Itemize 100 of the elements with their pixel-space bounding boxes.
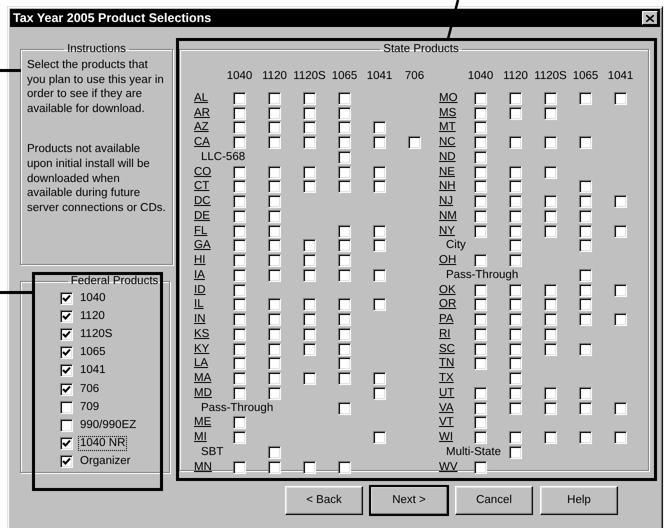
checkbox[interactable] (268, 446, 281, 459)
checkbox[interactable] (509, 136, 522, 150)
checkbox[interactable] (408, 136, 421, 150)
state-label[interactable]: MT (439, 121, 456, 134)
state-label[interactable]: TX (439, 372, 454, 386)
checkbox[interactable] (338, 224, 351, 238)
checkbox[interactable] (509, 402, 522, 415)
checkbox[interactable] (373, 431, 386, 444)
state-label[interactable]: NJ (439, 195, 454, 208)
checkbox[interactable] (509, 180, 522, 194)
checkbox[interactable] (338, 268, 351, 282)
checkbox[interactable] (60, 364, 73, 378)
state-label[interactable]: VA (439, 402, 454, 415)
checkbox[interactable] (303, 372, 316, 386)
checkbox[interactable] (509, 446, 522, 459)
checkbox[interactable] (579, 224, 592, 238)
checkbox[interactable] (474, 121, 487, 134)
state-label[interactable]: NY (439, 224, 455, 238)
checkbox[interactable] (303, 460, 316, 474)
state-label[interactable]: NM (439, 210, 457, 223)
checkbox[interactable] (509, 342, 522, 356)
checkbox[interactable] (303, 342, 316, 356)
checkbox[interactable] (60, 310, 73, 323)
state-label[interactable]: CT (194, 180, 210, 194)
state-label[interactable]: LA (194, 357, 208, 370)
state-label[interactable]: ID (194, 284, 206, 297)
dialog-button[interactable]: < Back (285, 486, 363, 515)
checkbox[interactable] (474, 195, 487, 208)
checkbox[interactable] (338, 166, 351, 179)
checkbox[interactable] (303, 328, 316, 341)
checkbox[interactable] (338, 180, 351, 194)
checkbox[interactable] (303, 92, 316, 105)
state-label[interactable]: AL (194, 92, 208, 105)
checkbox[interactable] (579, 386, 592, 400)
checkbox[interactable] (233, 210, 246, 223)
state-label[interactable]: TN (439, 357, 454, 370)
checkbox[interactable] (474, 386, 487, 400)
checkbox[interactable] (614, 402, 627, 415)
checkbox[interactable] (474, 254, 487, 268)
checkbox[interactable] (268, 224, 281, 238)
checkbox[interactable] (544, 386, 557, 400)
checkbox[interactable] (268, 313, 281, 326)
checkbox[interactable] (544, 431, 557, 444)
checkbox[interactable] (509, 210, 522, 223)
checkbox[interactable] (509, 224, 522, 238)
checkbox[interactable] (303, 121, 316, 134)
checkbox[interactable] (338, 372, 351, 386)
checkbox[interactable] (338, 298, 351, 312)
checkbox[interactable] (338, 402, 351, 415)
checkbox[interactable] (268, 372, 281, 386)
checkbox[interactable] (579, 92, 592, 105)
checkbox[interactable] (268, 166, 281, 179)
state-label[interactable]: NH (439, 180, 456, 194)
checkbox[interactable] (233, 298, 246, 312)
checkbox[interactable] (233, 431, 246, 444)
checkbox[interactable] (233, 386, 246, 400)
checkbox[interactable] (268, 328, 281, 341)
checkbox[interactable] (233, 284, 246, 297)
checkbox[interactable] (509, 92, 522, 105)
checkbox[interactable] (474, 328, 487, 341)
checkbox[interactable] (544, 136, 557, 150)
checkbox[interactable] (233, 239, 246, 252)
checkbox[interactable] (474, 460, 487, 474)
checkbox[interactable] (303, 166, 316, 179)
state-label[interactable]: DE (194, 210, 210, 223)
checkbox[interactable] (338, 121, 351, 134)
checkbox[interactable] (474, 150, 487, 164)
checkbox[interactable] (509, 298, 522, 312)
checkbox[interactable] (614, 284, 627, 297)
checkbox[interactable] (474, 92, 487, 105)
checkbox[interactable] (268, 121, 281, 134)
checkbox[interactable] (303, 268, 316, 282)
checkbox[interactable] (303, 106, 316, 120)
checkbox[interactable] (338, 239, 351, 252)
state-label[interactable]: PA (439, 313, 454, 326)
checkbox[interactable] (268, 357, 281, 370)
state-label[interactable]: SC (439, 342, 455, 356)
checkbox[interactable] (474, 136, 487, 150)
checkbox[interactable] (509, 328, 522, 341)
checkbox[interactable] (268, 210, 281, 223)
checkbox[interactable] (579, 268, 592, 282)
checkbox[interactable] (338, 136, 351, 150)
checkbox[interactable] (509, 431, 522, 444)
checkbox[interactable] (509, 239, 522, 252)
checkbox[interactable] (303, 254, 316, 268)
checkbox[interactable] (579, 284, 592, 297)
checkbox[interactable] (338, 313, 351, 326)
state-label[interactable]: MN (194, 460, 212, 474)
checkbox[interactable] (579, 342, 592, 356)
checkbox[interactable] (474, 357, 487, 370)
checkbox[interactable] (614, 195, 627, 208)
state-label[interactable]: IN (194, 313, 206, 326)
checkbox[interactable] (268, 239, 281, 252)
checkbox[interactable] (268, 136, 281, 150)
state-label[interactable]: MI (194, 431, 207, 444)
checkbox[interactable] (60, 455, 73, 468)
checkbox[interactable] (373, 372, 386, 386)
checkbox[interactable] (373, 136, 386, 150)
checkbox[interactable] (338, 92, 351, 105)
state-label[interactable]: NC (439, 136, 456, 150)
